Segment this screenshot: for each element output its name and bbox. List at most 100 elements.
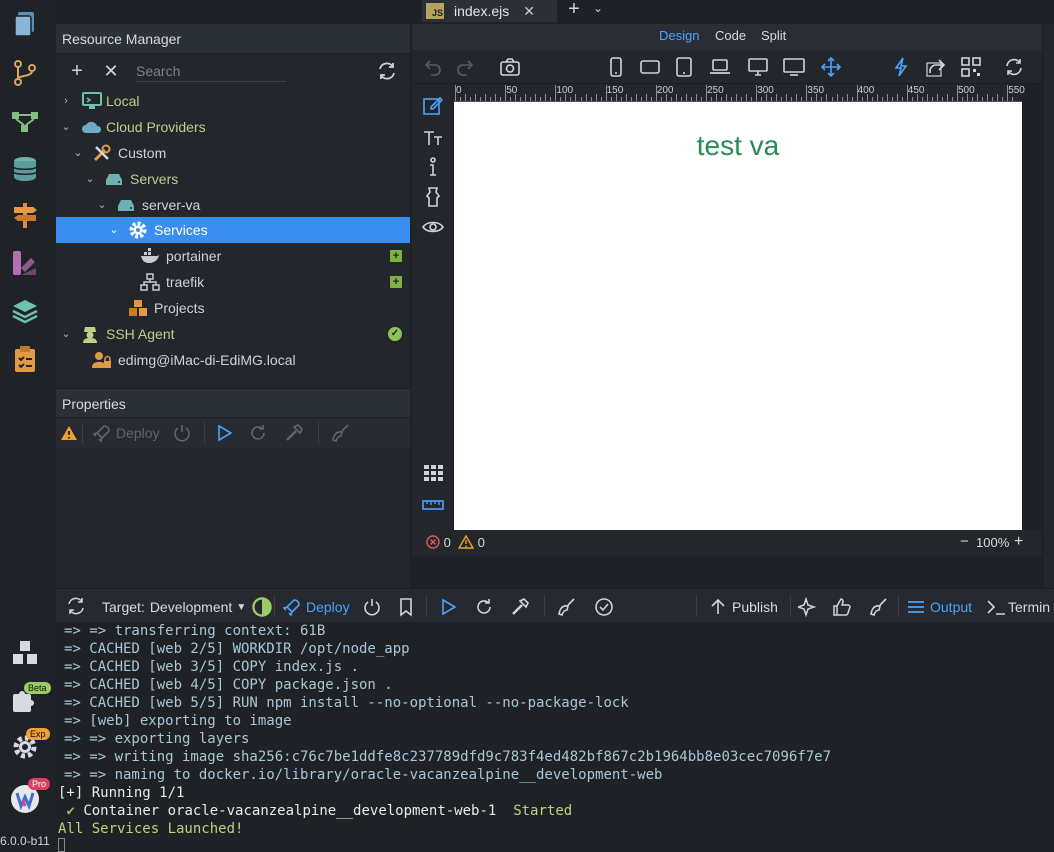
power-icon[interactable] [172,423,192,443]
arrow-up-icon [711,598,725,614]
ruler-tick [580,97,582,101]
ruler-tick [826,94,828,101]
layers-icon[interactable] [8,294,42,328]
wide-screen-icon[interactable] [783,57,805,77]
target-selector[interactable]: Target: Development ▼ [102,597,272,617]
play-icon[interactable] [214,423,234,443]
build-icon[interactable] [510,597,530,617]
chevron-down-icon[interactable]: ⌄ [60,321,72,347]
ruler-icon[interactable] [421,494,445,516]
tree-item-traefik[interactable]: traefik + [56,269,410,295]
chevron-down-icon[interactable]: ⌄ [96,192,108,218]
mode-design[interactable]: Design [659,28,699,43]
tree-item-user[interactable]: edimg@iMac-di-EdiMG.local [56,347,410,373]
warning-count[interactable]: 0 [457,534,485,550]
qr-code-icon[interactable] [960,57,982,77]
ruler-tick [921,97,923,101]
terminal-tab[interactable]: Termin [986,597,1050,617]
clean-icon[interactable] [868,597,888,617]
ruler-tick [500,97,502,101]
add-service-button[interactable]: + [390,276,402,288]
ruler-label: 550 [1008,85,1025,96]
files-icon[interactable] [8,6,42,40]
edit-icon[interactable] [421,94,445,116]
packages-icon[interactable] [8,636,42,670]
add-service-button[interactable]: + [390,250,402,262]
chevron-down-icon[interactable]: ⌄ [72,140,84,166]
tree-item-portainer[interactable]: portainer + [56,243,410,269]
database-icon[interactable] [8,152,42,186]
sparkle-icon[interactable] [798,597,818,617]
restart-icon[interactable] [248,423,268,443]
tree-item-local[interactable]: › Local [56,88,410,114]
signpost-icon[interactable] [8,198,42,232]
ruler-tick [941,97,943,101]
output-tab[interactable]: Output [906,597,972,617]
zoom-out-button[interactable]: − [960,533,969,550]
chevron-right-icon[interactable]: › [60,88,72,114]
desktop-icon[interactable] [747,57,769,77]
power-icon[interactable] [362,597,382,617]
tablet-icon[interactable] [673,57,695,77]
restart-icon[interactable] [474,597,494,617]
canvas-heading[interactable]: test va [454,130,1022,162]
undo-icon[interactable] [421,57,443,77]
eye-icon[interactable] [421,216,445,238]
refresh-icon[interactable] [376,60,398,82]
tree-item-projects[interactable]: Projects [56,295,410,321]
tree-item-custom[interactable]: ⌄ Custom [56,140,410,166]
clean-icon[interactable] [330,423,350,443]
text-size-icon[interactable] [421,126,445,148]
laptop-icon[interactable] [709,57,731,77]
bookmark-icon[interactable] [396,597,416,617]
search-input[interactable] [136,60,286,82]
move-icon[interactable] [820,57,842,77]
thumbs-up-icon[interactable] [832,597,852,617]
tree-item-services[interactable]: ⌄ Services [56,217,410,243]
publish-button[interactable]: Publish [708,597,778,617]
tree-item-server-va[interactable]: ⌄ server-va [56,192,410,218]
chevron-down-icon[interactable]: ⌄ [108,217,120,243]
share-icon[interactable] [925,57,947,77]
close-icon[interactable]: ✕ [100,60,122,82]
chevron-down-icon[interactable]: ⌄ [84,166,96,192]
check-circle-icon[interactable] [594,597,614,617]
redo-icon[interactable] [455,57,477,77]
phone-icon[interactable] [605,57,627,77]
deploy-button[interactable]: Deploy [92,423,160,443]
deploy-button[interactable]: Deploy [282,597,350,617]
build-icon[interactable] [284,423,304,443]
ruler-tick [906,85,908,101]
info-icon[interactable] [421,156,445,178]
close-tab-icon[interactable]: ✕ [523,3,535,20]
console-line: => CACHED [web 3/5] COPY index.js . [64,659,360,675]
design-canvas[interactable]: test va [454,102,1022,530]
phone-landscape-icon[interactable] [639,57,661,77]
palette-icon[interactable] [8,246,42,280]
git-branch-icon[interactable] [8,56,42,90]
error-count[interactable]: 0 [426,535,451,550]
add-icon[interactable]: + [66,60,88,82]
clothes-icon[interactable] [421,186,445,208]
tab-index-ejs[interactable]: JS index.ejs ✕ [422,0,557,22]
output-console[interactable]: => => transferring context: 61B => CACHE… [56,622,1054,852]
add-tab-icon[interactable]: + [562,0,586,22]
mode-code[interactable]: Code [715,28,746,43]
tree-item-servers[interactable]: ⌄ Servers [56,166,410,192]
zoom-in-button[interactable]: + [1014,533,1023,551]
chevron-down-icon[interactable]: ⌄ [588,0,608,18]
graph-icon[interactable] [8,104,42,138]
mode-split[interactable]: Split [761,28,786,43]
chevron-down-icon[interactable]: ⌄ [60,114,72,140]
lightning-icon[interactable] [890,57,912,77]
clipboard-icon[interactable] [8,342,42,376]
tree-item-ssh-agent[interactable]: ⌄ SSH Agent ✓ [56,321,410,347]
refresh-icon[interactable] [66,596,86,616]
grid-icon[interactable] [421,462,445,484]
tree-item-cloud-providers[interactable]: ⌄ Cloud Providers [56,114,410,140]
camera-icon[interactable] [499,57,521,77]
boxes-icon [128,299,148,317]
play-icon[interactable] [438,597,458,617]
clean-icon[interactable] [556,597,576,617]
refresh-icon[interactable] [1003,57,1025,77]
